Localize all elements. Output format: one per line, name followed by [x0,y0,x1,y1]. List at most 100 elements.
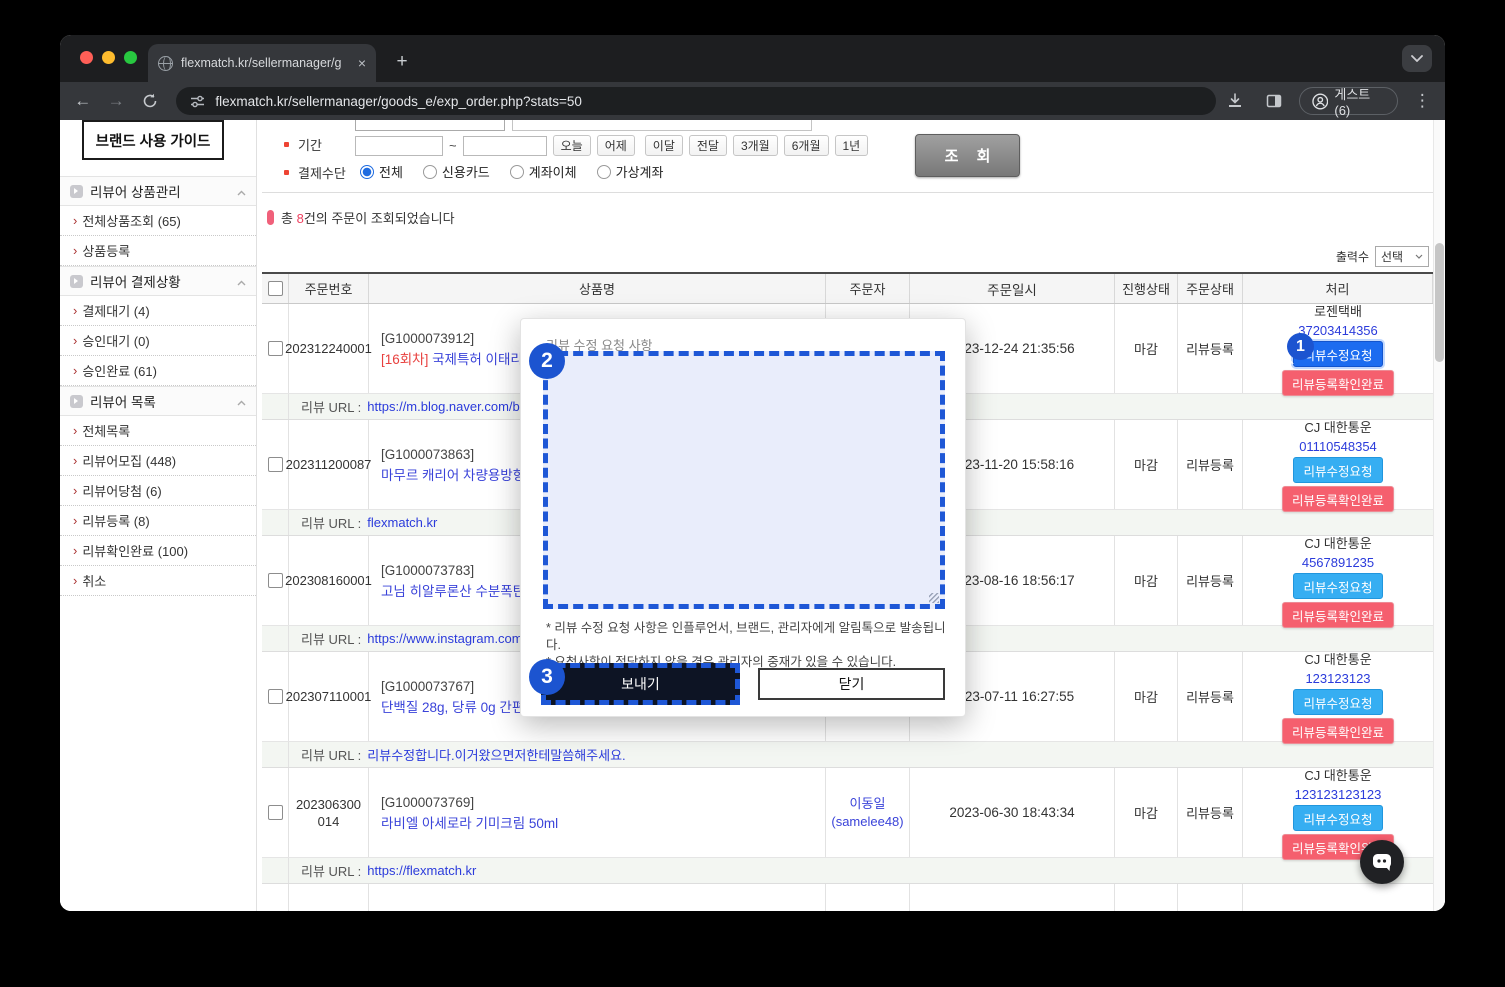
payment-option-transfer[interactable]: 계좌이체 [509,162,577,181]
row-checkbox[interactable] [267,457,283,472]
row-checkbox[interactable] [267,573,283,588]
back-button[interactable]: ← [68,86,97,116]
scrollbar-thumb[interactable] [1435,243,1444,362]
tab-search-chevron-button[interactable] [1402,45,1432,72]
sidebar-item-all-list[interactable]: › 전체목록 [60,416,256,446]
sidebar-section-reviewer-list[interactable]: 리뷰어 목록 [60,386,256,416]
row-checkbox[interactable] [267,341,283,356]
period-end-input[interactable] [462,135,547,156]
sidebar-item-review-registered[interactable]: › 리뷰등록 (8) [60,506,256,536]
download-icon [1228,93,1241,107]
review-url-link[interactable]: 리뷰수정합니다.이거왔으면저한테말씀해주세요. [367,745,625,764]
menu-kebab-button[interactable]: ⋮ [1408,86,1437,116]
tracking-link[interactable]: 123123123 [1305,671,1370,686]
reload-button[interactable] [135,86,164,116]
sidebar-item-review-confirmed[interactable]: › 리뷰확인완료 (100) [60,536,256,566]
toolbar-actions: 게스트(6) ⋮ [1220,86,1437,118]
chevron-down-icon [1411,55,1423,62]
payment-option-virtual[interactable]: 가상계좌 [596,162,663,181]
sidebar-item-approve-wait[interactable]: › 승인대기 (0) [60,326,256,356]
quick-3months-button[interactable]: 3개월 [732,135,778,156]
downloads-button[interactable] [1220,86,1249,116]
product-link[interactable]: [16회차] 국제특허 이태리 프 [381,350,539,369]
tracking-link[interactable]: 123123123123 [1295,787,1382,802]
side-panel-button[interactable] [1260,86,1289,116]
review-edit-request-button[interactable]: 리뷰수정요청 [1293,457,1383,483]
radio-label: 계좌이체 [528,165,577,180]
quick-yesterday-button[interactable]: 어제 [596,135,635,156]
page-scrollbar[interactable] [1433,120,1445,911]
order-state: 리뷰등록 [1178,536,1243,625]
period-start-input[interactable] [355,135,443,156]
sidebar-item-recruit[interactable]: › 리뷰어모집 (448) [60,446,256,476]
period-label: 기간 [298,138,322,153]
maximize-window-button[interactable] [124,51,137,64]
new-tab-button[interactable]: + [390,51,414,73]
review-confirm-button[interactable]: 리뷰등록확인완료 [1281,486,1394,512]
payment-option-card[interactable]: 신용카드 [422,162,490,181]
close-window-button[interactable] [80,51,93,64]
quick-today-button[interactable]: 오늘 [552,135,591,156]
quick-6months-button[interactable]: 6개월 [783,135,829,156]
order-state: 리뷰등록 [1178,652,1243,741]
row-checkbox[interactable] [267,689,283,704]
review-url-link[interactable]: https://flexmatch.kr [367,863,476,878]
quick-1year-button[interactable]: 1년 [834,135,869,156]
browser-tab[interactable]: flexmatch.kr/sellermanager/g × [148,44,376,82]
brand-guide-button[interactable]: 브랜드 사용 가이드 [82,120,224,160]
sidebar-item-payment-wait[interactable]: › 결제대기 (4) [60,296,256,326]
sidebar-item-label: 승인대기 (0) [82,334,150,349]
review-url-link[interactable]: https://www.instagram.com/ [367,631,526,646]
sidebar-item-winners[interactable]: › 리뷰어당첨 (6) [60,476,256,506]
tracking-link[interactable]: 37203414356 [1298,323,1378,338]
review-url-link[interactable]: flexmatch.kr [367,515,437,530]
forward-button[interactable]: → [101,86,130,116]
order-date: 2023-06-30 18:43:34 [910,768,1115,857]
sidebar-item-approve-done[interactable]: › 승인완료 (61) [60,356,256,386]
review-confirm-button[interactable]: 리뷰등록확인완료 [1281,718,1394,744]
orderer[interactable]: 이동일 (samelee48) [826,768,910,857]
browser-toolbar: ← → flexmatch.kr/sellermanager/goods_e/e… [60,82,1445,120]
quick-last-month-button[interactable]: 전달 [688,135,727,156]
product-link[interactable]: 라비엘 아세로라 기미크림 50ml [381,814,558,833]
payment-option-all[interactable]: 전체 [360,162,403,181]
radio-label: 전체 [379,165,403,180]
minimize-window-button[interactable] [102,51,115,64]
tracking-link[interactable]: 01110548354 [1299,439,1377,454]
review-edit-request-button[interactable]: 리뷰수정요청 [1293,573,1383,599]
sidebar-item-all-products[interactable]: › 전체상품조회 (65) [60,206,256,236]
clipped-input[interactable] [355,120,505,131]
chevron-down-icon [1415,254,1423,259]
orderer[interactable]: 이동일 [826,884,910,911]
output-label: 출력수 [1335,250,1369,264]
period-inputs: ~ 오늘 어제 이달 전달 3개월 6개월 1년 [355,135,869,156]
search-button[interactable]: 조 회 [915,134,1020,177]
url-bar[interactable]: flexmatch.kr/sellermanager/goods_e/exp_o… [176,87,1217,115]
review-confirm-button[interactable]: 리뷰등록확인완료 [1281,370,1394,396]
review-edit-request-button[interactable]: 리뷰수정요청 [1293,805,1383,831]
tab-close-icon[interactable]: × [358,55,366,71]
quick-this-month-button[interactable]: 이달 [644,135,683,156]
review-edit-request-button[interactable]: 리뷰수정요청 [1293,689,1383,715]
select-all-checkbox[interactable] [267,281,283,296]
sidebar-item-product-register[interactable]: › 상품등록 [60,236,256,266]
sidebar-item-label: 결제대기 (4) [82,304,150,319]
sidebar-item-cancel[interactable]: › 취소 [60,566,256,596]
profile-button[interactable]: 게스트(6) [1298,87,1398,118]
item-arrow-icon: › [73,333,78,348]
close-button[interactable]: 닫기 [758,668,945,700]
send-button[interactable]: 보내기 [541,663,740,705]
sidebar-section-product[interactable]: 리뷰어 상품관리 [60,176,256,206]
clipped-input[interactable] [512,120,812,131]
output-select[interactable]: 선택 [1375,246,1429,267]
product-link[interactable]: 마무르 캐리어 차량용방향제 [381,466,538,485]
product-link[interactable]: 고님 히알루론산 수분폭탄 마 [381,582,541,601]
review-request-textarea[interactable] [543,351,945,609]
product-link[interactable]: 단백질 28g, 당류 0g 간편하 [381,698,537,717]
sidebar-section-payment[interactable]: 리뷰어 결제상황 [60,266,256,296]
review-confirm-button[interactable]: 리뷰등록확인완료 [1281,602,1394,628]
tracking-link[interactable]: 4567891235 [1302,555,1374,570]
row-checkbox[interactable] [267,805,283,820]
review-edit-request-modal: 리뷰 수정 요청 사항 * 리뷰 수정 요청 사항은 인플루언서, 브랜드, 관… [520,318,966,717]
chat-fab-button[interactable] [1360,840,1404,884]
